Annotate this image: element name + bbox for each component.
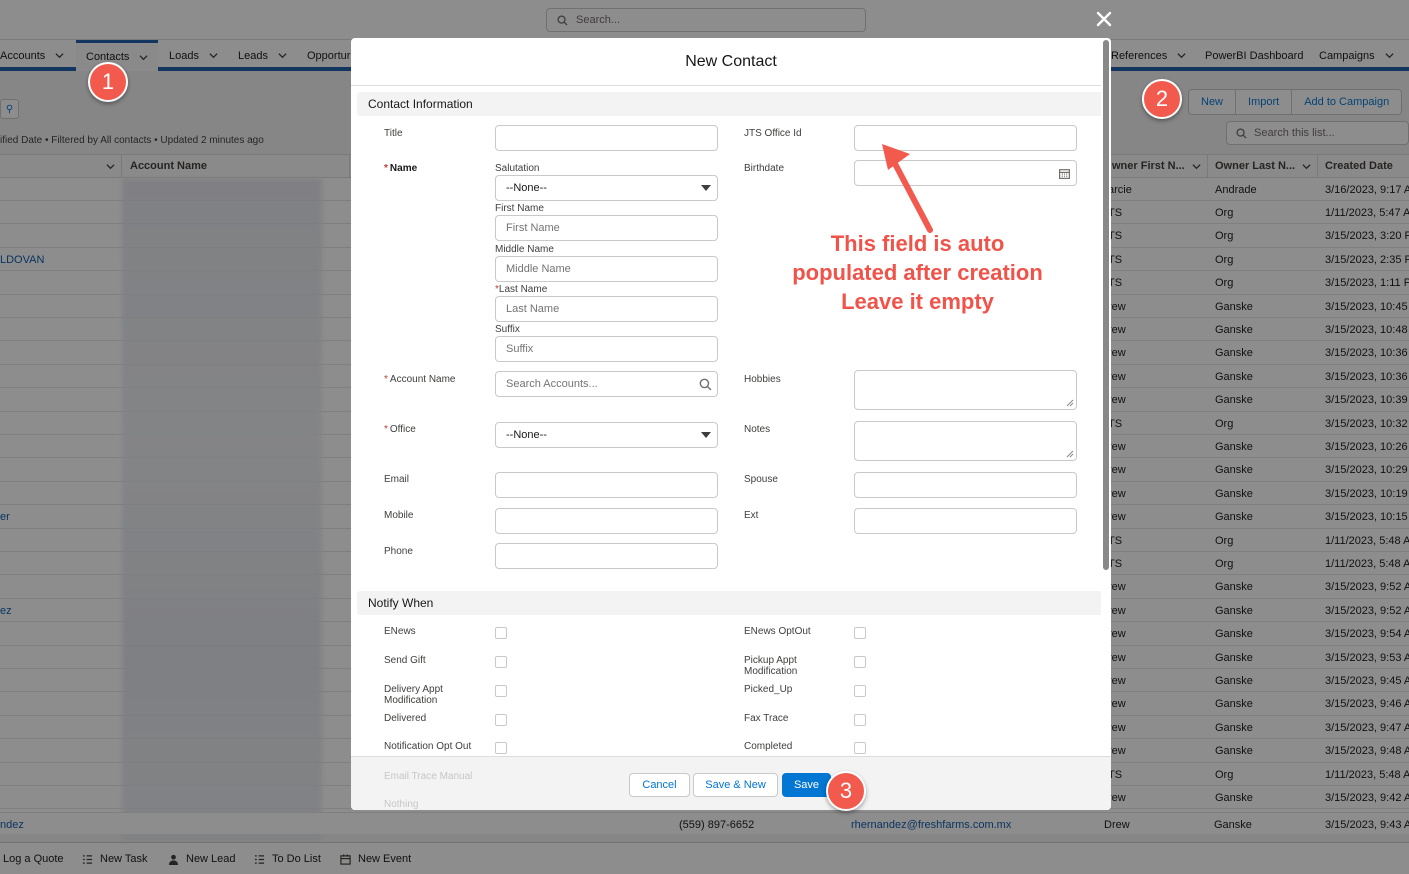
annotation-line: Leave it empty (841, 289, 994, 314)
mobile-field[interactable] (495, 508, 718, 534)
office-value: --None-- (506, 429, 547, 441)
email-label: Email (384, 474, 410, 485)
office-label: * Office (384, 424, 416, 435)
salutation-value: --None-- (506, 182, 547, 194)
office-select[interactable]: --None-- (495, 422, 718, 448)
delivered-checkbox[interactable] (495, 714, 507, 726)
last-name-label-text: Last Name (498, 284, 548, 295)
picked-up-label: Picked_Up (744, 684, 793, 695)
salutation-label: Salutation (495, 163, 540, 174)
enews-optout-label: ENews OptOut (744, 626, 811, 637)
save-button[interactable]: Save (782, 773, 831, 797)
required-marker: * (384, 163, 388, 174)
last-name-placeholder: Last Name (506, 303, 560, 315)
dropdown-caret-icon (701, 185, 711, 191)
delivery-appt-modification-checkbox[interactable] (495, 685, 507, 697)
send-gift-label: Send Gift (384, 655, 426, 666)
phone-field[interactable] (495, 543, 718, 569)
annotation-line: populated after creation (792, 260, 1043, 285)
birthdate-label: Birthdate (744, 163, 785, 174)
completed-label: Completed (744, 741, 793, 752)
calendar-icon[interactable] (1058, 167, 1071, 180)
fax-trace-checkbox[interactable] (854, 714, 866, 726)
phone-label: Phone (384, 546, 413, 557)
account-search-placeholder: Search Accounts... (506, 378, 598, 390)
enews-checkbox[interactable] (495, 627, 507, 639)
spouse-field[interactable] (854, 472, 1077, 498)
step-badge-1: 1 (88, 62, 128, 102)
hobbies-textarea[interactable] (854, 370, 1077, 410)
close-icon[interactable] (1096, 11, 1112, 27)
delivery-appt-modification-label: Delivery Appt Modification (384, 684, 443, 706)
ext-label: Ext (744, 510, 759, 521)
pickup-appt-modification-checkbox[interactable] (854, 656, 866, 668)
account-name-label: * Account Name (384, 374, 456, 385)
ext-field[interactable] (854, 508, 1077, 534)
step-badge-2: 2 (1142, 79, 1182, 119)
middle-name-label: Middle Name (495, 244, 554, 255)
office-label-text: Office (389, 424, 416, 435)
name-label-text: Name (389, 163, 418, 174)
title-label: Title (384, 128, 403, 139)
last-name-label: *Last Name (495, 284, 547, 295)
picked-up-checkbox[interactable] (854, 685, 866, 697)
delivered-label: Delivered (384, 713, 427, 724)
mobile-label: Mobile (384, 510, 414, 521)
email-field[interactable] (495, 472, 718, 498)
annotation-arrow-icon (882, 144, 933, 233)
modal-footer: Email Trace Manual Nothing Cancel Save &… (351, 756, 1111, 810)
first-name-field[interactable]: First Name (495, 215, 718, 241)
resize-grip-icon[interactable] (1066, 450, 1074, 458)
account-name-lookup[interactable]: Search Accounts... (495, 371, 718, 397)
name-label: * Name (384, 163, 417, 174)
pickup-appt-modification-label: Pickup Appt Modification (744, 655, 798, 677)
first-name-placeholder: First Name (506, 222, 560, 234)
enews-label: ENews (384, 626, 416, 637)
jts-office-id-label: JTS Office Id (744, 128, 802, 139)
section-notify-when[interactable]: Notify When (357, 591, 1105, 615)
fax-trace-label: Fax Trace (744, 713, 789, 724)
modal-title: New Contact (351, 38, 1111, 86)
account-name-label-text: Account Name (389, 374, 456, 385)
dropdown-caret-icon (701, 432, 711, 438)
required-marker: * (384, 374, 388, 385)
nothing-label: Nothing (384, 799, 419, 810)
step-badge-3: 3 (826, 771, 866, 811)
suffix-label: Suffix (495, 324, 520, 335)
modal-body: Contact Information Title JTS Office Id … (351, 86, 1111, 756)
resize-grip-icon[interactable] (1066, 399, 1074, 407)
annotation-line: This field is auto (830, 231, 1005, 256)
search-icon (699, 378, 712, 391)
notes-label: Notes (744, 424, 771, 435)
notes-textarea[interactable] (854, 421, 1077, 461)
scrollbar-thumb[interactable] (1103, 40, 1109, 570)
save-and-new-button[interactable]: Save & New (693, 773, 778, 797)
completed-checkbox[interactable] (854, 742, 866, 754)
suffix-field[interactable]: Suffix (495, 336, 718, 362)
required-marker: * (384, 424, 388, 435)
suffix-placeholder: Suffix (506, 343, 534, 355)
hobbies-label: Hobbies (744, 374, 781, 385)
notification-opt-out-label: Notification Opt Out (384, 741, 472, 752)
salutation-select[interactable]: --None-- (495, 175, 718, 201)
section-contact-information[interactable]: Contact Information (357, 92, 1105, 116)
enews-optout-checkbox[interactable] (854, 627, 866, 639)
title-field[interactable] (495, 125, 718, 151)
email-trace-manual-label: Email Trace Manual (384, 771, 473, 782)
new-contact-modal: New Contact Contact Information Title JT… (351, 38, 1111, 810)
last-name-field[interactable]: Last Name (495, 296, 718, 322)
modal-scrollbar[interactable] (1101, 38, 1111, 762)
cancel-button[interactable]: Cancel (629, 773, 690, 797)
notification-opt-out-checkbox[interactable] (495, 742, 507, 754)
first-name-label: First Name (495, 203, 544, 214)
spouse-label: Spouse (744, 474, 778, 485)
middle-name-placeholder: Middle Name (506, 263, 571, 275)
middle-name-field[interactable]: Middle Name (495, 256, 718, 282)
send-gift-checkbox[interactable] (495, 656, 507, 668)
annotation-note: This field is auto populated after creat… (765, 229, 1070, 316)
